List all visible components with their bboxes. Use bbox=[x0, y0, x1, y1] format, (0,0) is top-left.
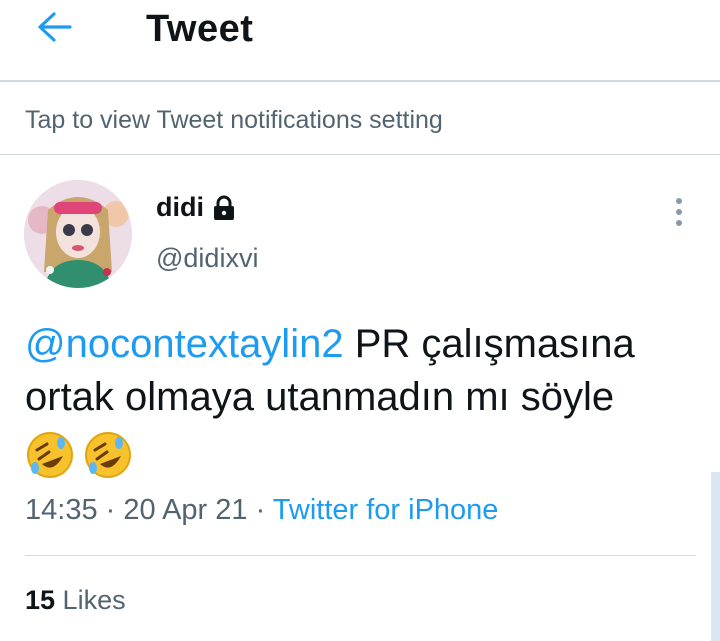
top-app-bar: Tweet bbox=[0, 0, 720, 82]
notifications-banner-text: Tap to view Tweet notifications setting bbox=[25, 106, 443, 134]
more-vertical-icon bbox=[676, 198, 682, 226]
likes-count[interactable]: 15 Likes bbox=[25, 585, 126, 616]
mention-link[interactable]: @nocontextaylin2 bbox=[25, 322, 344, 366]
likes-label: Likes bbox=[55, 585, 126, 615]
author-handle[interactable]: @didixvi bbox=[156, 243, 258, 274]
page-title: Tweet bbox=[146, 8, 254, 50]
tweet-meta: 14:35 · 20 Apr 21 · Twitter for iPhone bbox=[25, 494, 498, 527]
rolling-laughing-emoji-icon bbox=[85, 432, 131, 478]
tweet-time: 14:35 bbox=[25, 494, 98, 526]
author-name-row[interactable]: didi bbox=[156, 192, 236, 223]
tweet-text: @nocontextaylin2 PR çalışmasına ortak ol… bbox=[25, 318, 705, 424]
rolling-laughing-emoji-icon bbox=[27, 432, 73, 478]
emoji-row bbox=[25, 430, 133, 480]
arrow-left-icon bbox=[38, 12, 72, 42]
author-name: didi bbox=[156, 192, 204, 222]
lock-icon bbox=[214, 195, 234, 220]
likes-number: 15 bbox=[25, 585, 56, 615]
avatar-image bbox=[24, 180, 132, 288]
back-button[interactable] bbox=[34, 8, 82, 48]
tweet-notifications-banner[interactable]: Tap to view Tweet notifications setting bbox=[0, 82, 720, 155]
scrollbar[interactable] bbox=[711, 472, 720, 641]
tweet-date: 20 Apr 21 bbox=[123, 494, 248, 526]
tweet-source-link[interactable]: Twitter for iPhone bbox=[273, 494, 499, 526]
divider bbox=[25, 555, 696, 556]
avatar[interactable] bbox=[24, 180, 132, 288]
meta-separator: · bbox=[97, 494, 124, 526]
meta-separator: · bbox=[247, 494, 273, 526]
more-options-button[interactable] bbox=[665, 194, 693, 230]
